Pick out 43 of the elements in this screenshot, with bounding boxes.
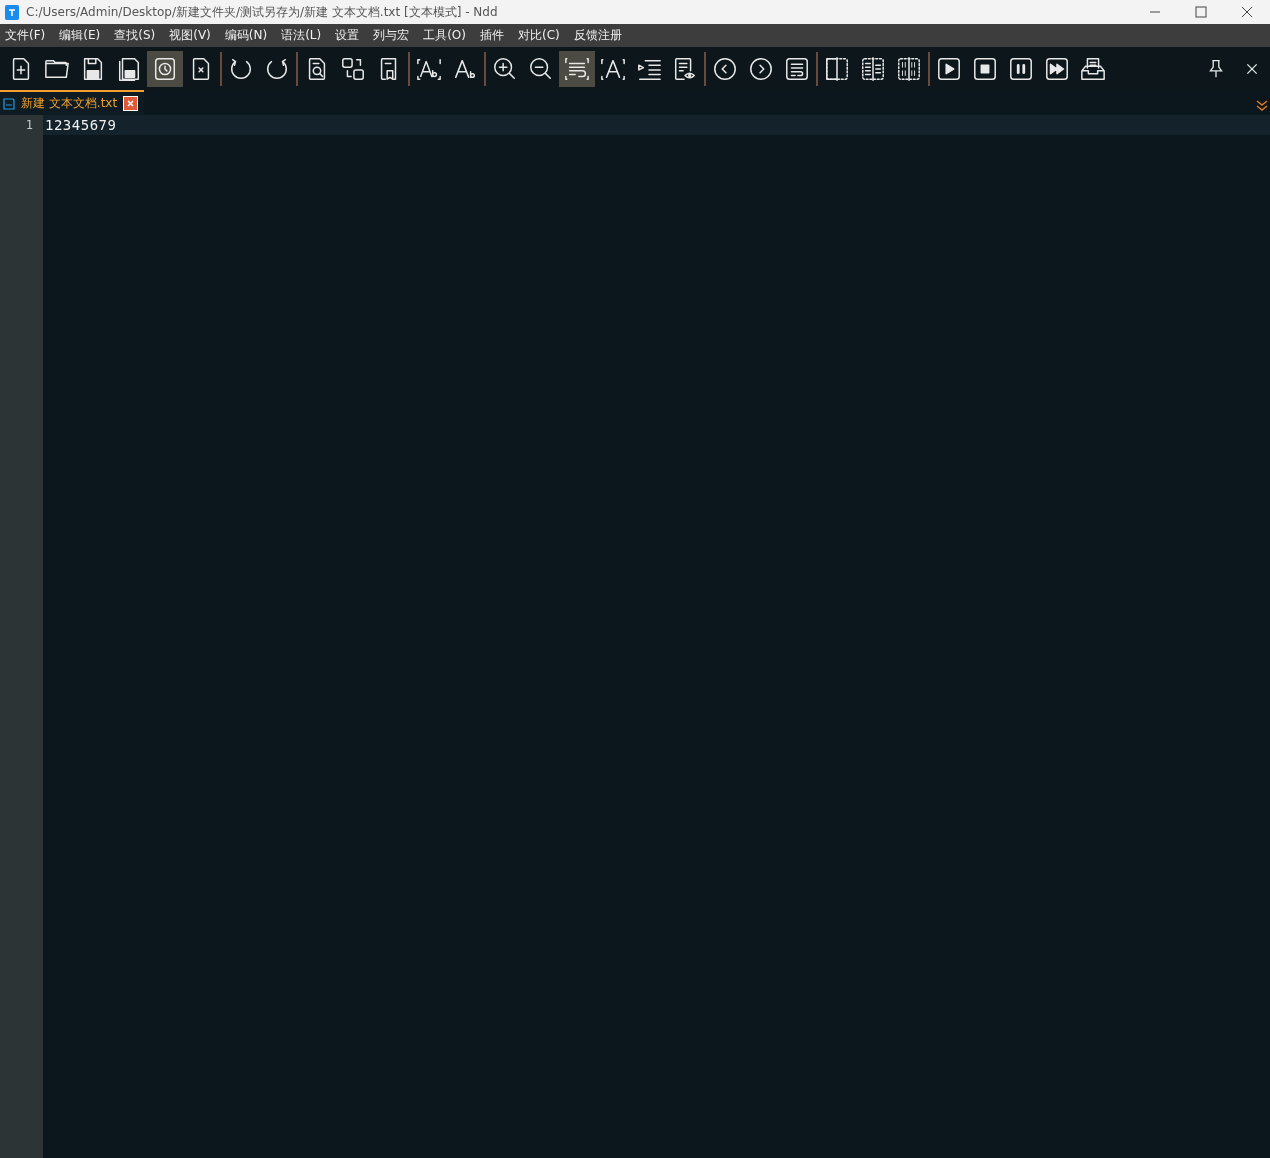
close-icon	[1241, 6, 1253, 18]
menu-item[interactable]: 插件	[477, 27, 512, 44]
tab-label: 新建 文本文档.txt	[21, 95, 118, 112]
toolbar-button[interactable]	[559, 50, 595, 87]
window-title: C:/Users/Admin/Desktop/新建文件夹/测试另存为/新建 文本文档.txt [文本模式] - Ndd	[26, 3, 499, 21]
file-tab[interactable]: 新建 文本文档.txt	[0, 90, 145, 115]
binary-compare-icon	[896, 55, 922, 82]
compare-text-icon	[860, 55, 886, 82]
menu-item[interactable]: 反馈注册	[570, 27, 630, 44]
tray-icon	[1080, 55, 1106, 82]
menu-item[interactable]: 编辑(E)	[56, 27, 109, 44]
menu-item[interactable]: 工具(O)	[420, 27, 474, 44]
split-view-icon	[824, 55, 850, 82]
menu-item[interactable]: 查找(S)	[111, 27, 164, 44]
previous-icon	[712, 55, 738, 82]
document-eye-icon	[672, 55, 698, 82]
clock-document-icon	[152, 55, 178, 82]
menu-item[interactable]: 视图(V)	[166, 27, 219, 44]
menu-item[interactable]: 文件(F)	[2, 27, 54, 44]
play-icon	[936, 55, 962, 82]
replace-icon	[340, 55, 366, 82]
fast-forward-icon	[1044, 55, 1070, 82]
toolbar-button[interactable]	[147, 50, 183, 87]
chevron-down-icon[interactable]	[1256, 98, 1268, 112]
editor-area[interactable]: 12345679	[43, 115, 1270, 1158]
tab-close-icon[interactable]	[123, 96, 139, 111]
maximize-icon	[1195, 6, 1207, 18]
zoom-out-icon	[528, 55, 554, 82]
next-icon	[748, 55, 774, 82]
menu-item[interactable]: 设置	[332, 27, 368, 44]
menu-item[interactable]: 编码(N)	[221, 27, 276, 44]
wrap-lines-icon	[564, 55, 590, 82]
zoom-in-icon	[492, 55, 518, 82]
wrap-document-icon	[784, 55, 810, 82]
floppy-disks-icon	[116, 55, 142, 82]
menu-item[interactable]: 语法(L)	[278, 27, 330, 44]
stop-icon	[972, 55, 998, 82]
line-number: 1	[24, 117, 34, 134]
pause-icon	[1008, 55, 1034, 82]
menu-item[interactable]: 列与宏	[370, 27, 418, 44]
app-icon	[5, 4, 19, 20]
menu-item[interactable]: 对比(C)	[515, 27, 568, 44]
code-line: 12345679	[45, 117, 117, 133]
